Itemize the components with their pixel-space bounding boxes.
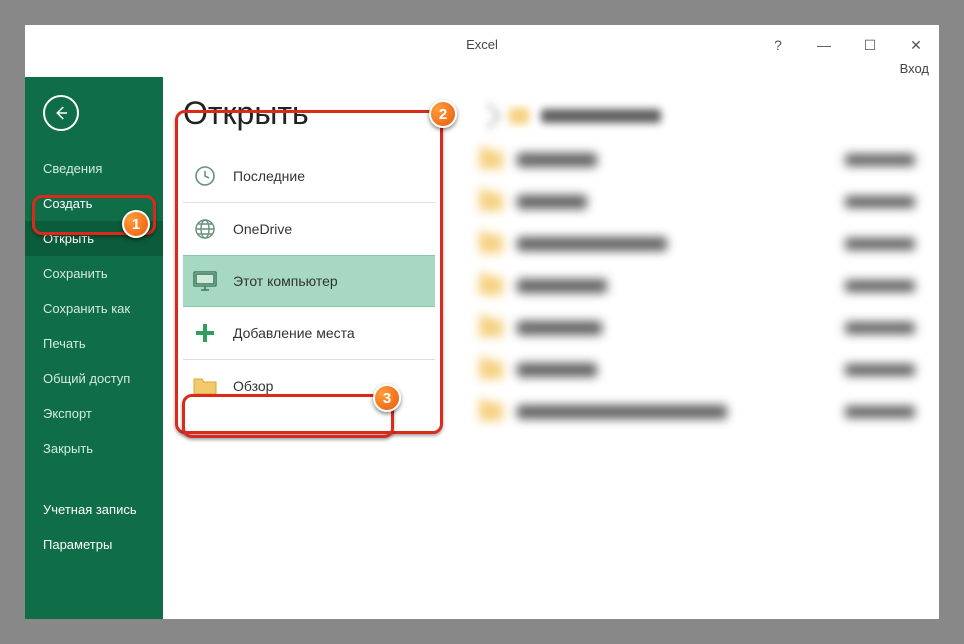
file-name xyxy=(517,195,587,209)
location-this-pc[interactable]: Этот компьютер xyxy=(183,255,435,307)
file-date xyxy=(845,238,915,250)
callout-badge-1: 1 xyxy=(122,210,150,238)
folder-icon xyxy=(479,151,503,169)
file-date xyxy=(845,364,915,376)
file-name xyxy=(517,363,597,377)
folder-icon xyxy=(479,277,503,295)
file-row[interactable] xyxy=(479,403,915,421)
nav-save[interactable]: Сохранить xyxy=(25,256,163,291)
open-column: Открыть Последние OneDrive xyxy=(163,77,455,619)
nav-export[interactable]: Экспорт xyxy=(25,396,163,431)
file-row[interactable] xyxy=(479,277,915,295)
maximize-button[interactable]: ☐ xyxy=(847,31,893,59)
file-list-header xyxy=(479,107,915,125)
file-name xyxy=(517,405,727,419)
folder-icon xyxy=(509,108,529,124)
location-add-place[interactable]: Добавление места xyxy=(183,307,435,359)
file-name xyxy=(517,321,602,335)
clock-icon xyxy=(191,162,219,190)
callout-badge-3: 3 xyxy=(373,384,401,412)
nav-options[interactable]: Параметры xyxy=(25,527,163,562)
nav-info[interactable]: Сведения xyxy=(25,151,163,186)
computer-icon xyxy=(191,267,219,295)
folder-icon xyxy=(479,193,503,211)
nav-share[interactable]: Общий доступ xyxy=(25,361,163,396)
file-name xyxy=(517,237,667,251)
help-button[interactable]: ? xyxy=(755,31,801,59)
nav-account[interactable]: Учетная запись xyxy=(25,492,163,527)
nav-close[interactable]: Закрыть xyxy=(25,431,163,466)
plus-icon xyxy=(191,319,219,347)
folder-icon xyxy=(191,372,219,400)
back-button[interactable] xyxy=(43,95,79,131)
file-row[interactable] xyxy=(479,151,915,169)
nav-save-as[interactable]: Сохранить как xyxy=(25,291,163,326)
minimize-button[interactable]: — xyxy=(801,31,847,59)
folder-icon xyxy=(479,319,503,337)
file-row[interactable] xyxy=(479,235,915,253)
file-list xyxy=(479,151,915,421)
location-recent[interactable]: Последние xyxy=(183,150,435,202)
globe-icon xyxy=(191,215,219,243)
close-button[interactable]: ✕ xyxy=(893,31,939,59)
login-link[interactable]: Вход xyxy=(900,61,929,76)
nav-print[interactable]: Печать xyxy=(25,326,163,361)
open-title: Открыть xyxy=(183,95,435,132)
path-text xyxy=(541,109,661,123)
file-name xyxy=(517,279,607,293)
callout-badge-2: 2 xyxy=(429,100,457,128)
app-title: Excel xyxy=(466,37,498,52)
folder-icon xyxy=(479,235,503,253)
arrow-left-icon xyxy=(52,104,70,122)
file-list-column xyxy=(455,77,939,619)
up-icon xyxy=(475,103,500,128)
location-onedrive[interactable]: OneDrive xyxy=(183,203,435,255)
file-row[interactable] xyxy=(479,193,915,211)
file-date xyxy=(845,322,915,334)
folder-icon xyxy=(479,361,503,379)
file-date xyxy=(845,196,915,208)
file-date xyxy=(845,280,915,292)
backstage-sidebar: Сведения Создать Открыть Сохранить Сохра… xyxy=(25,77,163,619)
folder-icon xyxy=(479,403,503,421)
file-name xyxy=(517,153,597,167)
file-date xyxy=(845,406,915,418)
file-row[interactable] xyxy=(479,361,915,379)
file-row[interactable] xyxy=(479,319,915,337)
file-date xyxy=(845,154,915,166)
